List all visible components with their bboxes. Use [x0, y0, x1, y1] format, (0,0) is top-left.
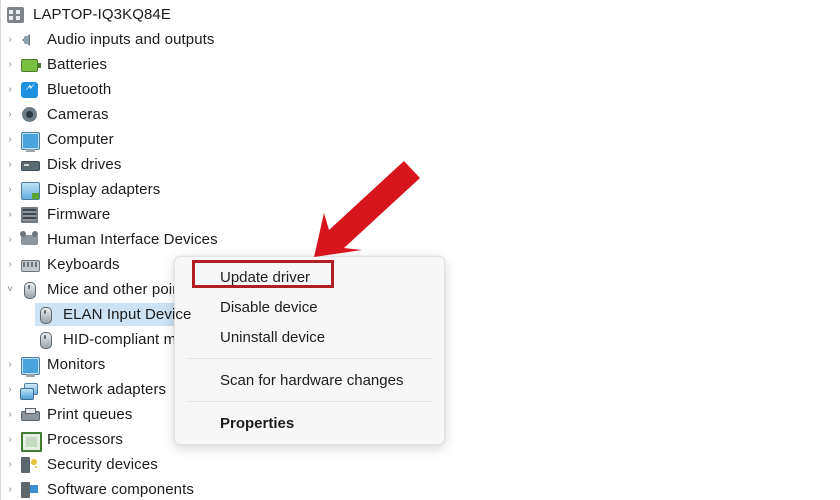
menu-separator	[187, 401, 432, 402]
tree-item-bluetooth[interactable]: › Bluetooth	[1, 77, 471, 102]
tree-item-label: Processors	[47, 431, 124, 448]
speaker-icon	[19, 31, 41, 49]
mouse-icon	[19, 281, 41, 299]
chevron-right-icon[interactable]: ›	[1, 434, 19, 445]
tree-item-label: Network adapters	[47, 381, 167, 398]
tree-item-label: ELAN Input Device	[63, 306, 192, 323]
menu-item-label: Scan for hardware changes	[220, 371, 404, 389]
hid-icon	[19, 230, 41, 249]
tree-item-label: Disk drives	[47, 156, 122, 173]
chevron-right-icon[interactable]: ›	[1, 159, 19, 170]
chevron-right-icon[interactable]: ›	[1, 409, 19, 420]
tree-item-label: Print queues	[47, 406, 133, 423]
camera-icon	[19, 106, 41, 124]
computer-host-icon	[5, 6, 27, 24]
tree-item-label: Security devices	[47, 456, 158, 473]
tree-item-label: Computer	[47, 131, 114, 148]
mouse-icon	[35, 331, 57, 349]
menu-item-disable-device[interactable]: Disable device	[175, 292, 444, 322]
disk-drive-icon	[19, 156, 41, 174]
keyboard-icon	[19, 256, 41, 274]
display-icon	[19, 181, 41, 200]
tree-item-label: Cameras	[47, 106, 109, 123]
bluetooth-icon	[19, 80, 41, 99]
tree-item-computer[interactable]: › Computer	[1, 127, 471, 152]
tree-item-label: Firmware	[47, 206, 111, 223]
chevron-right-icon[interactable]: ›	[1, 184, 19, 195]
tree-item-label: Audio inputs and outputs	[47, 31, 215, 48]
chevron-right-icon[interactable]: ›	[1, 384, 19, 395]
menu-item-uninstall-device[interactable]: Uninstall device	[175, 322, 444, 352]
network-icon	[19, 381, 41, 400]
battery-icon	[19, 56, 41, 74]
menu-separator	[187, 358, 432, 359]
menu-item-label: Uninstall device	[220, 328, 326, 346]
processor-icon	[19, 431, 42, 452]
tree-item-batteries[interactable]: › Batteries	[1, 52, 471, 77]
menu-item-label: Properties	[220, 414, 295, 432]
tree-item-label: Bluetooth	[47, 81, 112, 98]
tree-root-computer-name[interactable]: LAPTOP-IQ3KQ84E	[1, 2, 471, 27]
chevron-right-icon[interactable]: ›	[1, 209, 19, 220]
chevron-right-icon[interactable]: ›	[1, 84, 19, 95]
chevron-right-icon[interactable]: ›	[1, 234, 19, 245]
mouse-icon	[35, 306, 57, 324]
chevron-right-icon[interactable]: ›	[1, 109, 19, 120]
tree-item-label: Batteries	[47, 56, 108, 73]
tree-item-label: Monitors	[47, 356, 106, 373]
chevron-right-icon[interactable]: ›	[1, 59, 19, 70]
printer-icon	[19, 406, 41, 424]
firmware-chip-icon	[19, 206, 41, 224]
chevron-down-icon[interactable]: ˅	[1, 284, 19, 295]
red-highlight-box	[192, 260, 334, 288]
menu-item-properties[interactable]: Properties	[175, 408, 444, 438]
red-arrow-pointer	[314, 161, 420, 257]
device-manager-screenshot: LAPTOP-IQ3KQ84E › Audio inputs and output…	[0, 0, 840, 500]
software-component-icon	[19, 481, 41, 499]
menu-item-scan-for-hardware-changes[interactable]: Scan for hardware changes	[175, 365, 444, 395]
chevron-right-icon[interactable]: ›	[1, 34, 19, 45]
tree-item-audio-inputs-and-outputs[interactable]: › Audio inputs and outputs	[1, 27, 471, 52]
tree-item-cameras[interactable]: › Cameras	[1, 102, 471, 127]
security-key-icon	[19, 456, 41, 474]
computer-icon	[19, 131, 41, 152]
tree-item-software-components[interactable]: › Software components	[1, 477, 471, 500]
tree-item-label: Display adapters	[47, 181, 161, 198]
chevron-right-icon[interactable]: ›	[1, 359, 19, 370]
tree-item-label: Keyboards	[47, 256, 120, 273]
tree-item-label: Human Interface Devices	[47, 231, 218, 248]
chevron-right-icon[interactable]: ›	[1, 259, 19, 270]
chevron-right-icon[interactable]: ›	[1, 484, 19, 495]
menu-item-label: Disable device	[220, 298, 318, 316]
chevron-right-icon[interactable]: ›	[1, 134, 19, 145]
monitor-icon	[19, 356, 41, 377]
chevron-right-icon[interactable]: ›	[1, 459, 19, 470]
tree-item-label: Software components	[47, 481, 194, 498]
device-context-menu[interactable]: Update driver Disable device Uninstall dev…	[174, 256, 445, 445]
tree-item-security-devices[interactable]: › Security devices	[1, 452, 471, 477]
computer-name-label: LAPTOP-IQ3KQ84E	[33, 6, 171, 23]
